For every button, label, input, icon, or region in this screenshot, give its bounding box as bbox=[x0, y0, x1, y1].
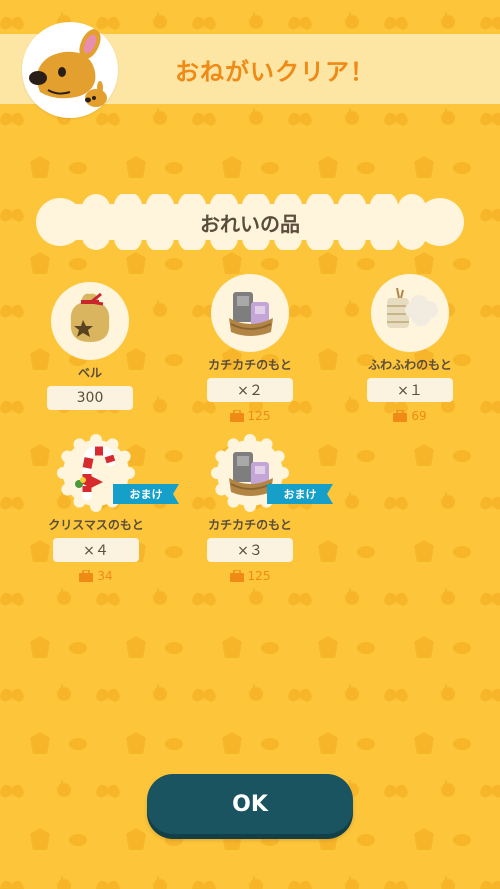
item-name: ふわふわのもと bbox=[368, 358, 452, 372]
item-count: ×２ bbox=[207, 378, 293, 402]
item-count: ×３ bbox=[207, 538, 293, 562]
item-icon-circle bbox=[211, 274, 289, 352]
item-icon-circle bbox=[371, 274, 449, 352]
wool-material-icon bbox=[387, 287, 438, 328]
reward-item-hard-material-bonus: おまけ カチカチのもと ×３ 125 bbox=[175, 434, 333, 594]
item-name: カチカチのもと bbox=[208, 518, 292, 532]
ok-button[interactable]: OK bbox=[147, 774, 353, 834]
item-cost-value: 125 bbox=[247, 409, 271, 423]
toolbox-icon bbox=[229, 410, 244, 422]
toolbox-icon bbox=[393, 410, 408, 422]
item-cost-value: 34 bbox=[97, 569, 113, 583]
reward-title: おれいの品 bbox=[200, 211, 300, 236]
reward-item-christmas-material: おまけ クリスマスのもと ×４ 34 bbox=[21, 434, 179, 594]
bonus-label: おまけ bbox=[129, 488, 163, 501]
reward-item-bells: ベル 300 bbox=[15, 282, 165, 442]
item-cost-value: 69 bbox=[411, 409, 427, 423]
item-cost-value: 125 bbox=[247, 569, 271, 583]
item-icon-circle bbox=[51, 282, 129, 360]
item-cost: 34 bbox=[21, 568, 171, 584]
reward-item-fluffy-material: ふわふわのもと ×１ 69 bbox=[335, 274, 485, 434]
bonus-label: おまけ bbox=[283, 488, 317, 501]
toolbox-icon bbox=[79, 570, 94, 582]
item-cost: 69 bbox=[335, 408, 485, 424]
item-count: 300 bbox=[47, 386, 133, 410]
villager-avatar bbox=[22, 22, 118, 118]
item-name: クリスマスのもと bbox=[48, 518, 144, 532]
item-cost: 125 bbox=[175, 408, 325, 424]
toolbox-icon bbox=[229, 570, 244, 582]
deer-avatar-icon bbox=[29, 29, 107, 107]
reward-item-hard-material: カチカチのもと ×２ 125 bbox=[175, 274, 325, 434]
item-cost: 125 bbox=[175, 568, 325, 584]
stone-material-icon bbox=[229, 292, 273, 336]
item-name: ベル bbox=[77, 366, 102, 380]
item-count: ×１ bbox=[367, 378, 453, 402]
bell-bag-icon bbox=[70, 292, 110, 342]
item-name: カチカチのもと bbox=[208, 358, 292, 372]
page-title: おねがいクリア！ bbox=[175, 57, 375, 86]
item-count: ×４ bbox=[53, 538, 139, 562]
